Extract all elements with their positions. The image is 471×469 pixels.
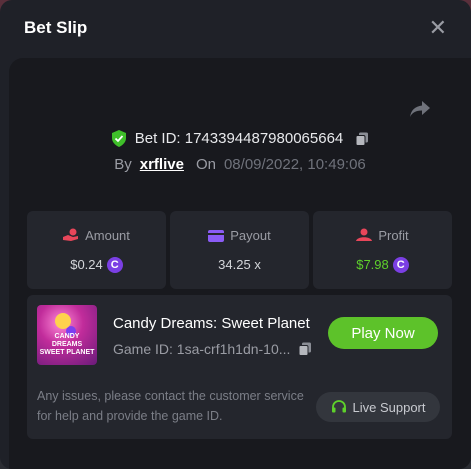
bet-id: Bet ID: 1743394487980065664 [134, 130, 344, 147]
bet-slip-modal: Bet Slip ✕ Bet ID: 1743394487980065664 B… [0, 0, 471, 469]
copy-icon[interactable] [298, 342, 312, 356]
live-support-label: Live Support [352, 399, 426, 415]
modal-title: Bet Slip [24, 18, 88, 37]
coin-icon: C [392, 256, 409, 273]
profit-label: Profit [378, 227, 409, 243]
profit-value: $7.98 [356, 257, 389, 272]
share-icon[interactable] [409, 100, 431, 118]
by-label: By [114, 156, 132, 173]
modal-body: Bet ID: 1743394487980065664 By xrflive O… [9, 58, 471, 469]
payout-value: 34.25 x [218, 257, 261, 272]
live-support-button[interactable]: Live Support [316, 392, 440, 422]
amount-hand-icon [63, 228, 79, 241]
wallet-icon [208, 229, 225, 242]
close-icon[interactable]: ✕ [429, 17, 447, 39]
verified-shield-icon [111, 130, 126, 147]
amount-card: Amount $0.24 C [27, 211, 166, 289]
coin-icon: C [106, 256, 123, 273]
payout-label: Payout [230, 228, 271, 243]
amount-label: Amount [85, 227, 130, 243]
support-notice: Any issues, please contact the customer … [37, 389, 304, 423]
bet-meta-row: By xrflive On 08/09/2022, 10:49:06 [9, 156, 471, 173]
amount-value: $0.24 [70, 257, 103, 272]
play-now-button[interactable]: Play Now [328, 317, 438, 349]
username-link[interactable]: xrflive [140, 156, 184, 173]
bet-date: 08/09/2022, 10:49:06 [223, 156, 366, 173]
stats-row: Amount $0.24 C Payout 34.25 x Profit $7.… [27, 211, 452, 289]
thumbnail-title: CANDY DREAMS SWEET PLANET [39, 333, 95, 356]
on-label: On [195, 156, 216, 173]
bet-id-row: Bet ID: 1743394487980065664 [9, 130, 471, 147]
game-name: Candy Dreams: Sweet Planet [113, 315, 310, 332]
game-id-row: Game ID: 1sa-crf1h1dn-10... [113, 341, 312, 357]
profit-card: Profit $7.98 C [313, 211, 452, 289]
copy-icon[interactable] [355, 132, 369, 146]
game-id: Game ID: 1sa-crf1h1dn-10... [113, 341, 291, 357]
modal-header: Bet Slip ✕ [0, 0, 471, 56]
planet-icon [55, 313, 71, 329]
profit-person-icon [356, 228, 373, 241]
payout-card: Payout 34.25 x [170, 211, 309, 289]
game-thumbnail[interactable]: CANDY DREAMS SWEET PLANET [37, 305, 97, 365]
headset-icon [331, 400, 346, 413]
game-card: CANDY DREAMS SWEET PLANET Candy Dreams: … [27, 295, 452, 439]
